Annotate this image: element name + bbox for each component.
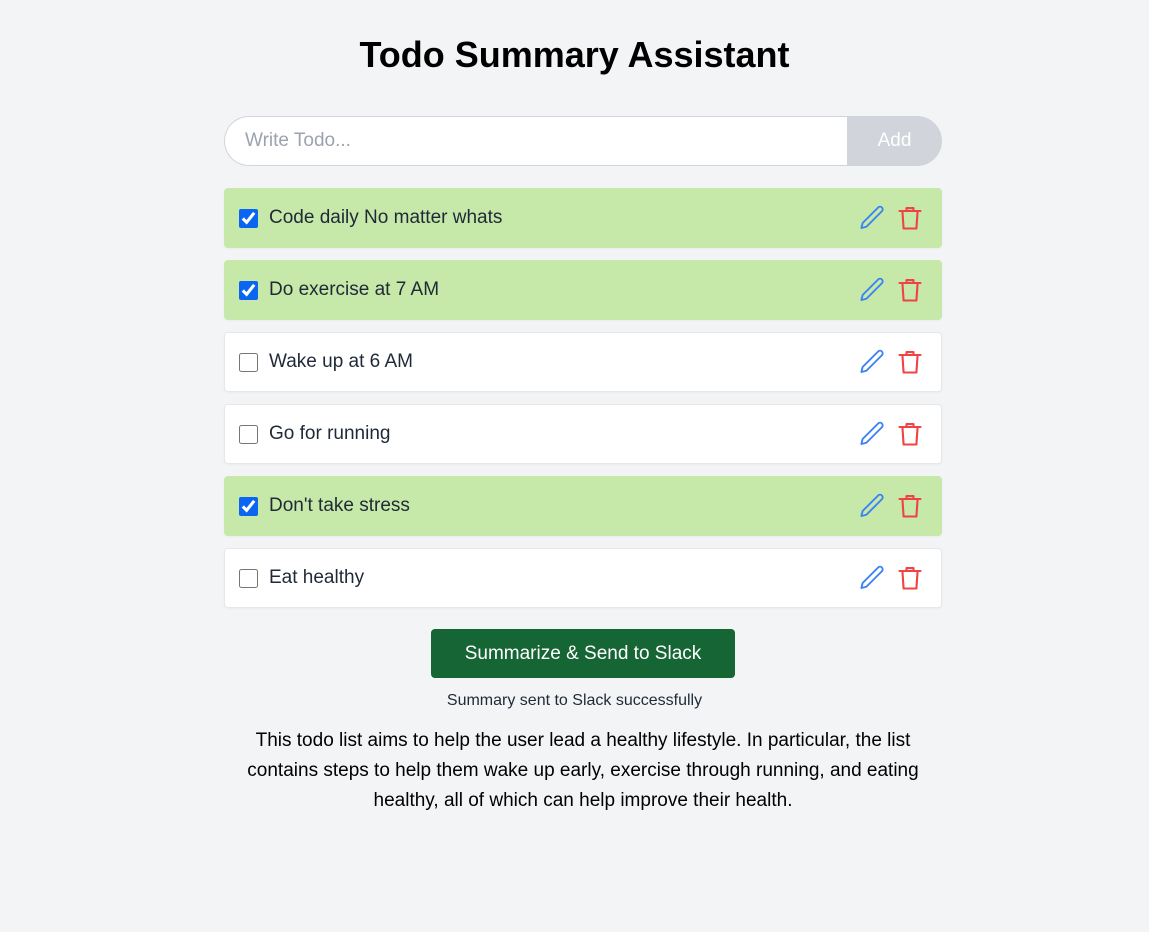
trash-icon[interactable] [895,419,925,449]
add-button[interactable]: Add [847,116,942,166]
trash-icon[interactable] [895,347,925,377]
todo-item: Wake up at 6 AM [224,332,942,392]
todo-text: Do exercise at 7 AM [269,279,440,300]
todo-checkbox[interactable] [239,568,258,588]
todo-item: Do exercise at 7 AM [224,260,942,320]
todo-list: Code daily No matter whats Do exercise at… [224,188,942,620]
todo-item: Don't take stress [224,476,942,536]
todo-text: Wake up at 6 AM [269,351,413,372]
trash-icon[interactable] [895,491,925,521]
todo-item: Go for running [224,404,942,464]
pencil-icon[interactable] [857,563,887,593]
todo-input[interactable] [224,116,847,166]
trash-icon[interactable] [895,203,925,233]
todo-text: Code daily No matter whats [269,207,503,228]
summarize-send-button[interactable]: Summarize & Send to Slack [431,629,735,678]
todo-checkbox[interactable] [239,280,258,300]
todo-checkbox[interactable] [239,424,258,444]
pencil-icon[interactable] [857,347,887,377]
todo-text: Eat healthy [269,567,365,588]
add-todo-form: Add [224,116,942,166]
pencil-icon[interactable] [857,203,887,233]
summary-text: This todo list aims to help the user lea… [247,730,919,811]
pencil-icon[interactable] [857,419,887,449]
status-message: Summary sent to Slack successfully [446,692,703,709]
trash-icon[interactable] [895,563,925,593]
todo-item: Code daily No matter whats [224,188,942,248]
todo-checkbox[interactable] [239,208,258,228]
todo-checkbox[interactable] [239,496,258,516]
page-title: Todo Summary Assistant [359,34,790,75]
pencil-icon[interactable] [857,275,887,305]
todo-text: Don't take stress [269,495,410,516]
todo-item: Eat healthy [224,548,942,608]
todo-checkbox[interactable] [239,352,258,372]
pencil-icon[interactable] [857,491,887,521]
trash-icon[interactable] [895,275,925,305]
todo-text: Go for running [269,423,391,444]
